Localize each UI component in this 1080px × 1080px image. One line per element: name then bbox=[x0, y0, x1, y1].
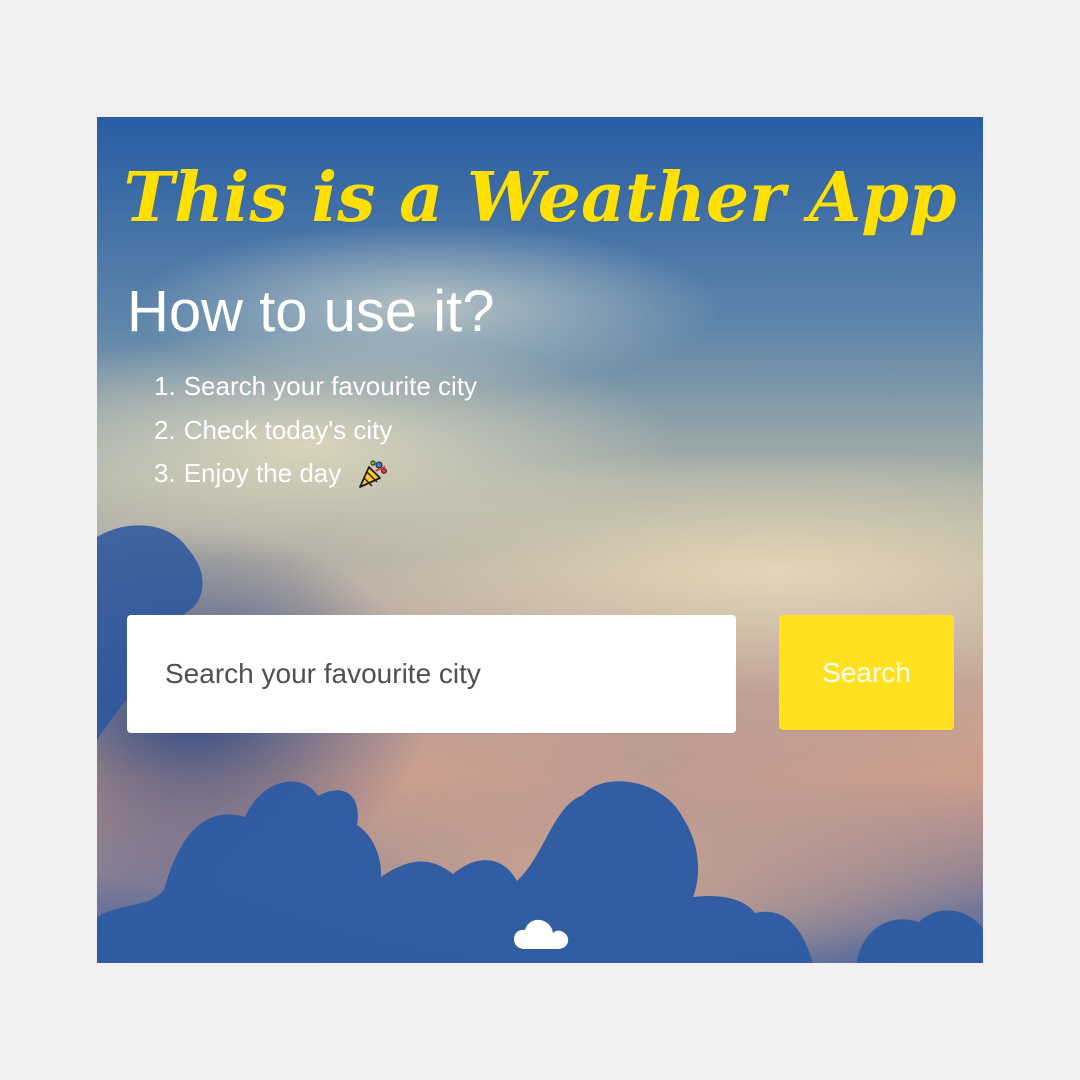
instruction-item-search: 1. Search your favourite city bbox=[154, 365, 477, 409]
city-search-input[interactable] bbox=[127, 615, 736, 733]
search-button[interactable]: Search bbox=[779, 615, 954, 730]
instruction-number: 1. bbox=[154, 371, 176, 401]
weather-app-panel: This is a Weather App How to use it? 1. … bbox=[97, 117, 983, 963]
app-title: This is a Weather App bbox=[123, 158, 957, 238]
instruction-item-enjoy: 3. Enjoy the day bbox=[154, 452, 477, 496]
party-popper-icon bbox=[359, 460, 388, 488]
instruction-text: Check today's city bbox=[183, 414, 393, 445]
instruction-number: 3. bbox=[154, 458, 176, 488]
instruction-item-check: 2. Check today's city bbox=[154, 409, 477, 453]
instructions-list: 1. Search your favourite city 2. Check t… bbox=[154, 365, 477, 496]
background-cloud-silhouette bbox=[97, 525, 983, 963]
cloud-icon bbox=[514, 919, 569, 949]
instruction-number: 2. bbox=[154, 414, 176, 445]
how-to-use-heading: How to use it? bbox=[127, 279, 495, 344]
instruction-text: Enjoy the day bbox=[183, 458, 342, 488]
instruction-text: Search your favourite city bbox=[183, 371, 478, 401]
